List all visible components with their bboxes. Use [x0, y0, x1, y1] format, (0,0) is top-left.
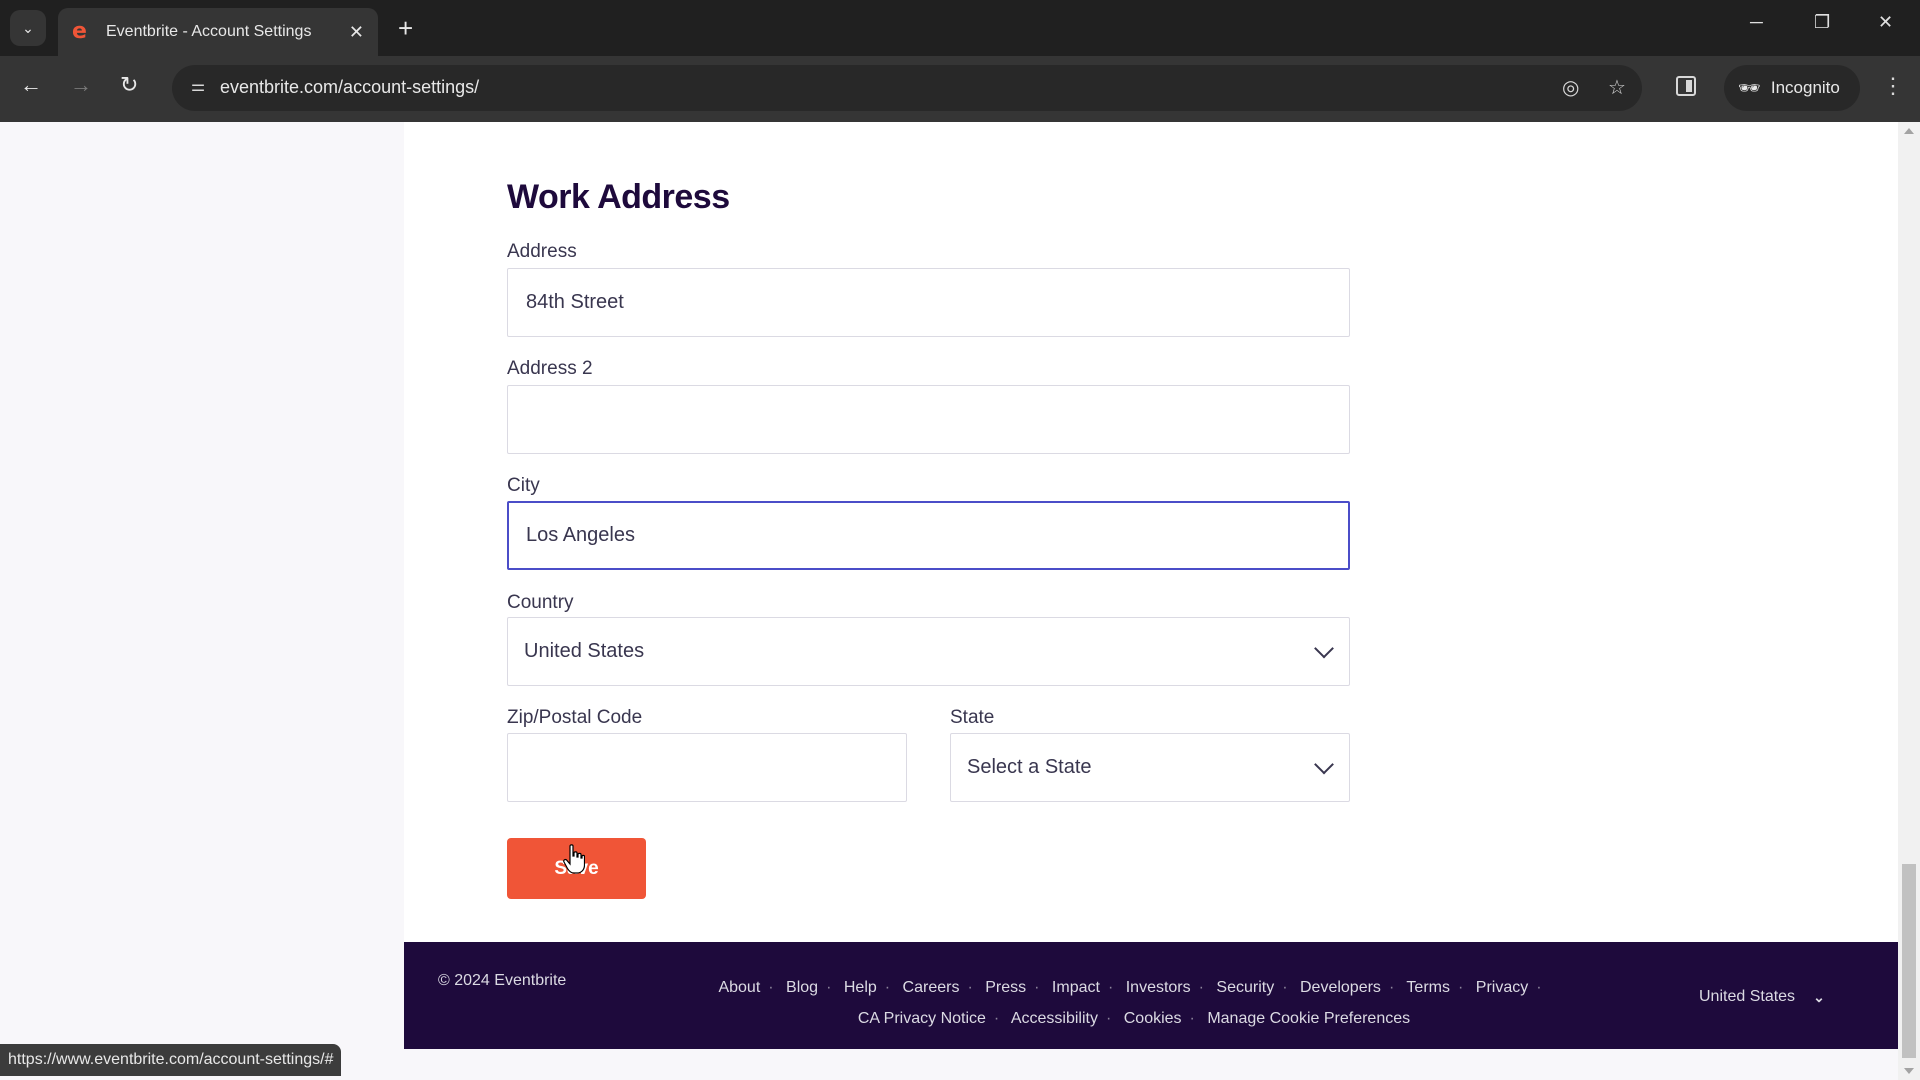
tab-title: Eventbrite - Account Settings [106, 23, 312, 40]
side-panel-icon[interactable] [1676, 76, 1696, 96]
close-window-button[interactable]: ✕ [1878, 12, 1893, 33]
new-tab-button[interactable]: + [398, 12, 413, 44]
footer-link-accessibility[interactable]: Accessibility [1011, 1010, 1098, 1027]
footer-link-impact[interactable]: Impact [1052, 979, 1100, 996]
tab-list-button[interactable]: ⌄ [10, 10, 46, 46]
incognito-label: Incognito [1770, 78, 1840, 97]
chevron-down-icon: ⌄ [1813, 988, 1825, 1005]
address-bar[interactable]: ⚌ eventbrite.com/account-settings/ ◎ ☆ [172, 65, 1642, 111]
scroll-up-arrow-icon[interactable] [1904, 128, 1914, 134]
work-address-heading: Work Address [507, 178, 730, 216]
browser-tab-bar: ⌄ e Eventbrite - Account Settings ✕ + ─ … [0, 0, 1920, 56]
address-label: Address [507, 241, 577, 262]
country-value: United States [524, 640, 645, 662]
chevron-down-icon [1314, 754, 1334, 774]
bookmark-star-icon[interactable]: ☆ [1608, 75, 1626, 100]
browser-toolbar: ← → ↻ ⚌ eventbrite.com/account-settings/… [0, 56, 1920, 122]
footer-link-developers[interactable]: Developers [1300, 979, 1381, 996]
footer-links: About · Blog · Help · Careers · Press · Impac… [718, 979, 1542, 1027]
state-value: Select a State [967, 756, 1092, 778]
chevron-down-icon [1314, 638, 1334, 658]
forward-button[interactable]: → [70, 73, 92, 97]
browser-menu-icon[interactable]: ⋮ [1882, 74, 1904, 98]
page-scrollbar[interactable] [1898, 122, 1920, 1080]
footer-link-press[interactable]: Press [985, 979, 1026, 996]
link-status-bubble: https://www.eventbrite.com/account-setti… [0, 1044, 342, 1076]
scrollbar-thumb[interactable] [1902, 864, 1916, 1058]
footer-country-selector[interactable]: United States ⌄ [1699, 988, 1825, 1006]
city-input[interactable]: Los Angeles [507, 501, 1350, 570]
restore-window-button[interactable]: ❐ [1814, 12, 1830, 33]
country-label: Country [507, 592, 574, 613]
footer-link-careers[interactable]: Careers [903, 979, 960, 996]
reload-button[interactable]: ↻ [120, 73, 138, 97]
incognito-indicator[interactable]: 🕶 Incognito [1724, 65, 1860, 111]
footer-link-investors[interactable]: Investors [1126, 979, 1191, 996]
footer-link-about[interactable]: About [718, 979, 760, 996]
page-viewport: Work Address Address 84th Street Address… [0, 122, 1898, 1080]
site-info-icon[interactable]: ⚌ [186, 76, 210, 100]
footer-link-manage-cookie-preferences[interactable]: Manage Cookie Preferences [1207, 1010, 1410, 1027]
address-value: 84th Street [526, 291, 624, 313]
address2-label: Address 2 [507, 358, 593, 379]
site-footer: © 2024 Eventbrite About · Blog · Help · Car… [404, 942, 1898, 1049]
address2-input[interactable] [507, 385, 1350, 454]
footer-link-ca-privacy-notice[interactable]: CA Privacy Notice [858, 1010, 986, 1027]
back-button[interactable]: ← [20, 73, 42, 97]
zip-input[interactable] [507, 733, 907, 802]
city-label: City [507, 475, 540, 496]
city-value: Los Angeles [526, 524, 635, 546]
eye-off-icon[interactable]: ◎ [1562, 75, 1579, 100]
chevron-down-icon: ⌄ [22, 19, 34, 36]
address-input[interactable]: 84th Street [507, 268, 1350, 337]
incognito-icon: 🕶 [1738, 77, 1761, 98]
eventbrite-favicon-icon: e [72, 19, 87, 44]
state-label: State [950, 707, 995, 728]
hand-pointer-cursor-icon [563, 844, 585, 874]
footer-link-security[interactable]: Security [1216, 979, 1274, 996]
minimize-window-button[interactable]: ─ [1750, 12, 1763, 33]
footer-country-value: United States [1699, 988, 1796, 1005]
footer-link-blog[interactable]: Blog [786, 979, 818, 996]
zip-label: Zip/Postal Code [507, 707, 643, 728]
account-settings-content: Work Address Address 84th Street Address… [404, 122, 1898, 942]
scroll-down-arrow-icon[interactable] [1904, 1068, 1914, 1074]
footer-link-terms[interactable]: Terms [1406, 979, 1450, 996]
country-select[interactable]: United States [507, 617, 1350, 686]
footer-link-privacy[interactable]: Privacy [1476, 979, 1528, 996]
close-tab-icon[interactable]: ✕ [349, 22, 364, 43]
footer-link-help[interactable]: Help [844, 979, 877, 996]
state-select[interactable]: Select a State [950, 733, 1350, 802]
footer-link-cookies[interactable]: Cookies [1124, 1010, 1182, 1027]
browser-tab-active[interactable]: e Eventbrite - Account Settings ✕ [58, 8, 378, 56]
footer-copyright: © 2024 Eventbrite [438, 972, 567, 989]
url-text[interactable]: eventbrite.com/account-settings/ [220, 77, 479, 98]
